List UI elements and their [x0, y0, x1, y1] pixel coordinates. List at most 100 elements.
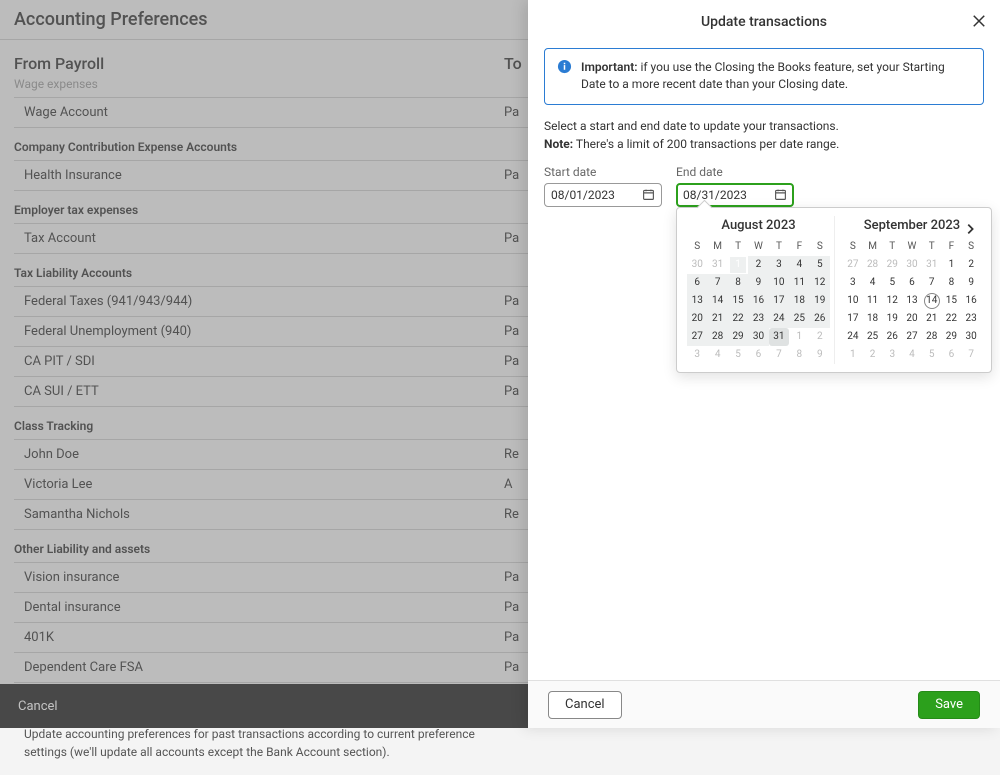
- calendar-day[interactable]: 1: [789, 328, 809, 346]
- row-to: Pa: [504, 324, 519, 339]
- calendar-day[interactable]: 28: [707, 328, 727, 346]
- calendar-day[interactable]: 6: [942, 346, 962, 364]
- calendar-day[interactable]: 14: [707, 292, 727, 310]
- calendar-day[interactable]: 22: [728, 310, 748, 328]
- calendar-day[interactable]: 17: [769, 292, 789, 310]
- calendar-day[interactable]: 4: [789, 256, 809, 274]
- calendar-day[interactable]: 11: [863, 292, 883, 310]
- calendar-day[interactable]: 7: [769, 346, 789, 364]
- calendar-day[interactable]: 30: [687, 256, 707, 274]
- close-icon[interactable]: [970, 12, 988, 30]
- calendar-day[interactable]: 7: [707, 274, 727, 292]
- calendar-day[interactable]: 1: [730, 257, 746, 273]
- calendar-day[interactable]: 27: [687, 328, 707, 346]
- calendar-day[interactable]: 25: [863, 328, 883, 346]
- calendar-day[interactable]: 31: [769, 328, 789, 346]
- row-to: Re: [504, 447, 519, 462]
- calendar-day[interactable]: 2: [863, 346, 883, 364]
- calendar-day[interactable]: 18: [863, 310, 883, 328]
- calendar-day[interactable]: 19: [810, 292, 830, 310]
- calendar-day[interactable]: 18: [789, 292, 809, 310]
- calendar-day[interactable]: 19: [882, 310, 902, 328]
- calendar-day[interactable]: 28: [863, 256, 883, 274]
- month-label: August 2023: [687, 216, 830, 241]
- calendar-day[interactable]: 2: [748, 256, 768, 274]
- dow-label: S: [843, 241, 863, 252]
- cancel-button[interactable]: Cancel: [548, 691, 622, 719]
- calendar-day[interactable]: 4: [863, 274, 883, 292]
- end-date-input[interactable]: 08/31/2023: [676, 183, 794, 207]
- calendar-day[interactable]: 2: [961, 256, 981, 274]
- calendar-day[interactable]: 3: [882, 346, 902, 364]
- calendar-day[interactable]: 31: [922, 256, 942, 274]
- calendar-day[interactable]: 29: [728, 328, 748, 346]
- calendar-day[interactable]: 23: [961, 310, 981, 328]
- calendar-day[interactable]: 4: [707, 346, 727, 364]
- calendar-day[interactable]: 29: [942, 328, 962, 346]
- calendar-day[interactable]: 30: [902, 256, 922, 274]
- calendar-day[interactable]: 21: [922, 310, 942, 328]
- calendar-day[interactable]: 30: [961, 328, 981, 346]
- calendar-day[interactable]: 10: [843, 292, 863, 310]
- calendar-day[interactable]: 31: [707, 256, 727, 274]
- row-to: Pa: [504, 600, 519, 615]
- calendar-day[interactable]: 8: [728, 274, 748, 292]
- calendar-day[interactable]: 30: [748, 328, 768, 346]
- calendar-day[interactable]: 5: [810, 256, 830, 274]
- calendar-day[interactable]: 1: [843, 346, 863, 364]
- calendar-day[interactable]: 9: [961, 274, 981, 292]
- calendar-day[interactable]: 5: [922, 346, 942, 364]
- calendar-day[interactable]: 3: [769, 256, 789, 274]
- calendar-day[interactable]: 28: [922, 328, 942, 346]
- calendar-day[interactable]: 27: [902, 328, 922, 346]
- row-to: A: [504, 477, 512, 492]
- calendar-day[interactable]: 8: [789, 346, 809, 364]
- calendar-day[interactable]: 13: [902, 292, 922, 310]
- calendar-day[interactable]: 26: [810, 310, 830, 328]
- calendar-day[interactable]: 1: [942, 256, 962, 274]
- start-date-input[interactable]: 08/01/2023: [544, 183, 662, 207]
- calendar-day[interactable]: 15: [942, 292, 962, 310]
- calendar-day[interactable]: 8: [942, 274, 962, 292]
- calendar-day[interactable]: 3: [687, 346, 707, 364]
- calendar-day[interactable]: 4: [902, 346, 922, 364]
- calendar-day[interactable]: 11: [789, 274, 809, 292]
- calendar-day[interactable]: 3: [843, 274, 863, 292]
- calendar-day[interactable]: 22: [942, 310, 962, 328]
- calendar-day[interactable]: 16: [961, 292, 981, 310]
- save-button[interactable]: Save: [918, 691, 980, 719]
- calendar-day[interactable]: 23: [748, 310, 768, 328]
- calendar-day[interactable]: 21: [707, 310, 727, 328]
- calendar-day[interactable]: 5: [728, 346, 748, 364]
- calendar-day[interactable]: 24: [769, 310, 789, 328]
- calendar-day[interactable]: 7: [961, 346, 981, 364]
- calendar-day[interactable]: 14: [924, 293, 940, 309]
- calendar-day[interactable]: 6: [687, 274, 707, 292]
- calendar-day[interactable]: 20: [687, 310, 707, 328]
- calendar-day[interactable]: 29: [882, 256, 902, 274]
- calendar-day[interactable]: 7: [922, 274, 942, 292]
- calendar-day[interactable]: 10: [769, 274, 789, 292]
- calendar-day[interactable]: 20: [902, 310, 922, 328]
- next-month-icon[interactable]: [963, 222, 979, 238]
- calendar-day[interactable]: 12: [810, 274, 830, 292]
- calendar-day[interactable]: 6: [902, 274, 922, 292]
- calendar-day[interactable]: 6: [748, 346, 768, 364]
- bg-cancel[interactable]: Cancel: [18, 699, 58, 714]
- calendar-day[interactable]: 25: [789, 310, 809, 328]
- calendar-icon[interactable]: [642, 188, 655, 201]
- calendar-day[interactable]: 26: [882, 328, 902, 346]
- calendar-day[interactable]: 13: [687, 292, 707, 310]
- calendar-day[interactable]: 12: [882, 292, 902, 310]
- col-from-payroll: From Payroll: [14, 54, 504, 73]
- calendar-day[interactable]: 2: [810, 328, 830, 346]
- calendar-day[interactable]: 15: [728, 292, 748, 310]
- calendar-day[interactable]: 17: [843, 310, 863, 328]
- calendar-day[interactable]: 24: [843, 328, 863, 346]
- calendar-day[interactable]: 5: [882, 274, 902, 292]
- calendar-day[interactable]: 27: [843, 256, 863, 274]
- calendar-day[interactable]: 16: [748, 292, 768, 310]
- calendar-day[interactable]: 9: [748, 274, 768, 292]
- calendar-day[interactable]: 9: [810, 346, 830, 364]
- calendar-icon[interactable]: [774, 188, 787, 201]
